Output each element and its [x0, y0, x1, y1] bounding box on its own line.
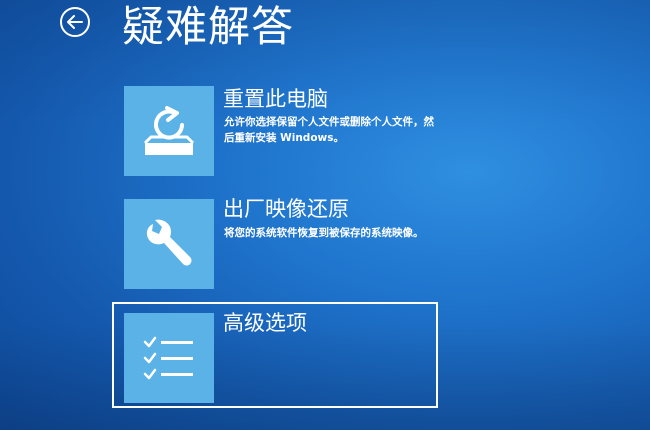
page-title: 疑难解答 — [122, 2, 295, 51]
option-tile-factory-restore[interactable] — [124, 199, 214, 289]
option-tile-advanced[interactable] — [124, 313, 214, 403]
option-desc-factory-restore: 将您的系统软件恢复到被保存的系统映像。 — [224, 227, 424, 239]
option-desc-reset-pc: 允许你选择保留个人文件或删除个人文件，然后重新安装 Windows。 — [224, 116, 434, 144]
back-arrow-icon — [67, 15, 83, 29]
wrench-icon — [146, 219, 192, 266]
option-title-advanced: 高级选项 — [223, 311, 307, 335]
option-tile-reset-pc[interactable] — [124, 86, 214, 176]
option-title-reset-pc: 重置此电脑 — [223, 87, 328, 111]
option-title-factory-restore: 出厂映像还原 — [223, 197, 349, 221]
back-button[interactable] — [60, 7, 90, 37]
reset-pc-icon — [143, 106, 195, 155]
checklist-icon — [143, 336, 193, 380]
